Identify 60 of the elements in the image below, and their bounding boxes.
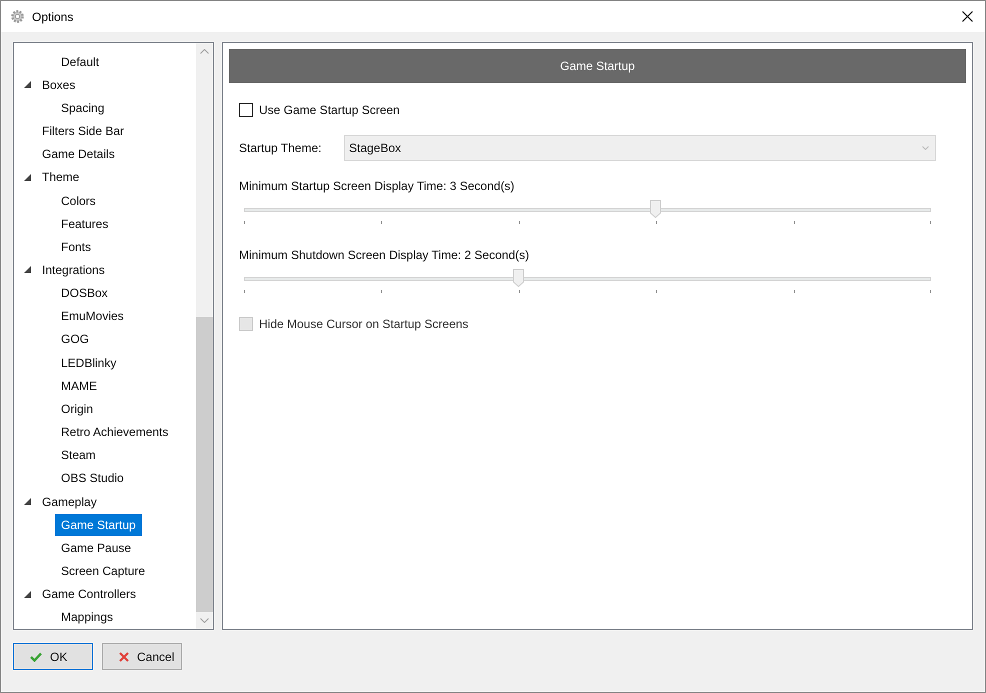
tree-item[interactable]: GOG	[55, 328, 96, 350]
dialog-button[interactable]: OK	[13, 643, 93, 670]
checkmark-icon	[30, 652, 42, 662]
window-title: Options	[32, 8, 74, 26]
tree-item[interactable]: Gameplay	[36, 490, 103, 513]
tree-item[interactable]: Steam	[55, 444, 102, 466]
tree-item[interactable]: Game Details	[36, 143, 121, 166]
tick-mark	[930, 290, 931, 293]
scroll-thumb[interactable]	[196, 317, 213, 612]
tick-mark	[518, 221, 520, 224]
tree-item[interactable]: LEDBlinky	[55, 352, 122, 374]
collapse-icon[interactable]	[24, 266, 31, 274]
slider-label: Minimum Startup Screen Display Time: 3 Second(s)	[239, 178, 516, 195]
slider-thumb[interactable]	[512, 269, 524, 287]
tick-mark	[518, 290, 520, 293]
collapse-icon[interactable]	[24, 174, 31, 181]
field-label: Startup Theme:	[239, 140, 322, 157]
slider-label: Minimum Shutdown Screen Display Time: 2 Second(s)	[239, 247, 530, 264]
collapse-icon[interactable]	[24, 498, 31, 506]
panel-header: Game Startup	[229, 49, 966, 83]
tree-item[interactable]: Game Pause	[55, 536, 138, 559]
checkbox-label: Hide Mouse Cursor on Startup Screens	[259, 316, 468, 333]
checkbox-label: Use Game Startup Screen	[259, 102, 400, 119]
close-icon[interactable]	[962, 11, 973, 22]
tree-item[interactable]: DOSBox	[55, 282, 114, 304]
tree-item[interactable]: Features	[55, 212, 114, 235]
tree-item[interactable]: Colors	[55, 190, 102, 212]
tree-item[interactable]: Boxes	[36, 74, 82, 96]
slider-thumb[interactable]	[650, 200, 662, 218]
scrollbar[interactable]	[196, 43, 213, 629]
scroll-up-icon[interactable]	[200, 49, 209, 54]
tick-mark	[244, 221, 245, 224]
tree-item[interactable]: Fonts	[55, 236, 98, 258]
chevron-down-icon	[922, 146, 929, 150]
checkbox[interactable]	[239, 103, 253, 117]
tick-mark	[656, 221, 658, 224]
dialog-button[interactable]: Cancel	[102, 643, 182, 670]
tree-item[interactable]: Origin	[55, 398, 100, 420]
tree-item[interactable]: OBS Studio	[55, 467, 130, 490]
collapse-icon[interactable]	[24, 590, 31, 598]
tick-mark	[930, 221, 931, 224]
tree-item[interactable]: Screen Capture	[55, 560, 152, 582]
tree-item[interactable]: EmuMovies	[55, 305, 130, 328]
tree-item[interactable]: Mappings	[55, 606, 120, 628]
tree-item[interactable]: Game Controllers	[36, 583, 142, 606]
tick-mark	[244, 290, 245, 293]
tree-item[interactable]: Default	[55, 50, 106, 73]
tree-item[interactable]: Integrations	[36, 258, 111, 281]
collapse-icon[interactable]	[24, 81, 31, 88]
tree-item[interactable]: Theme	[36, 166, 86, 188]
scroll-down-icon[interactable]	[200, 618, 209, 623]
tree-item[interactable]: Spacing	[55, 96, 110, 119]
tree-item[interactable]: MAME	[55, 374, 103, 397]
gear-icon	[10, 9, 25, 24]
tree-item[interactable]: Game Startup	[55, 514, 142, 536]
tree-item[interactable]: Filters Side Bar	[36, 120, 130, 142]
close-icon	[119, 652, 129, 662]
theme-dropdown[interactable]: StageBox	[344, 135, 936, 161]
tick-mark	[656, 290, 658, 293]
tree-item[interactable]: Retro Achievements	[55, 421, 174, 444]
